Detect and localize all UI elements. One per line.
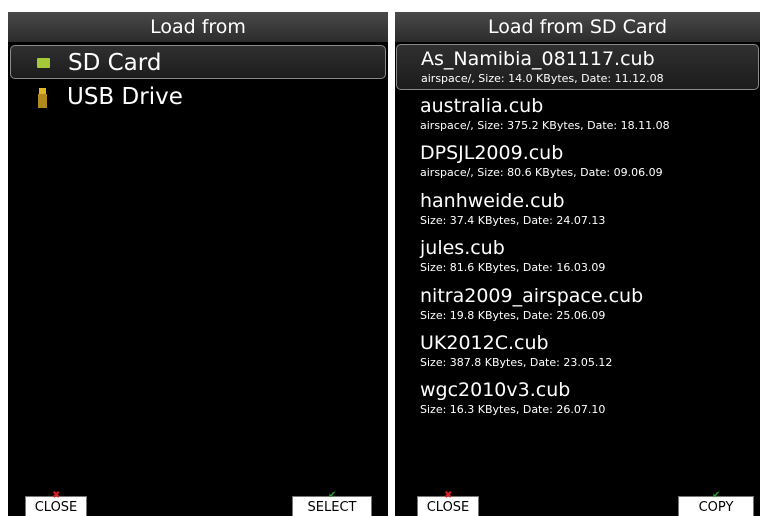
check-icon: ✔ [328, 490, 337, 501]
file-name: As_Namibia_081117.cub [421, 48, 655, 70]
file-name: jules.cub [420, 237, 505, 259]
load-from-sd-card-panel: Load from SD Card As_Namibia_081117.cub … [395, 12, 760, 516]
device-item-usb-drive[interactable]: USB Drive [10, 80, 386, 114]
close-icon: ✖ [52, 490, 61, 501]
load-from-panel: Load from SD Card USB Drive ✖ CLOSE ✔ SE… [8, 12, 388, 516]
file-list-item[interactable]: wgc2010v3.cub Size: 16.3 KBytes, Date: 2… [396, 376, 759, 422]
file-list-item[interactable]: jules.cub Size: 81.6 KBytes, Date: 16.03… [396, 234, 759, 280]
close-button-label: CLOSE [426, 500, 470, 515]
file-details: Size: 16.3 KBytes, Date: 26.07.10 [420, 403, 606, 416]
file-details: Size: 37.4 KBytes, Date: 24.07.13 [420, 214, 606, 227]
file-name: DPSJL2009.cub [420, 142, 564, 164]
file-list-item[interactable]: hanhweide.cub Size: 37.4 KBytes, Date: 2… [396, 187, 759, 233]
file-list-item[interactable]: DPSJL2009.cub airspace/, Size: 80.6 KByt… [396, 139, 759, 185]
close-button-label: CLOSE [34, 500, 78, 515]
select-button-label: SELECT [307, 500, 357, 515]
file-list-item[interactable]: As_Namibia_081117.cub airspace/, Size: 1… [396, 44, 759, 90]
close-button[interactable]: ✖ CLOSE [417, 491, 479, 516]
file-list-item[interactable]: UK2012C.cub Size: 387.8 KBytes, Date: 23… [396, 329, 759, 375]
copy-button-label: COPY [698, 500, 734, 515]
file-details: airspace/, Size: 80.6 KBytes, Date: 09.0… [420, 166, 663, 179]
file-details: Size: 81.6 KBytes, Date: 16.03.09 [420, 261, 606, 274]
usb-drive-icon [38, 88, 47, 108]
file-name: australia.cub [420, 95, 544, 117]
file-name: UK2012C.cub [420, 332, 549, 354]
file-name: hanhweide.cub [420, 190, 565, 212]
panel-title: Load from [8, 12, 388, 42]
select-button[interactable]: ✔ SELECT [292, 491, 372, 516]
file-name: nitra2009_airspace.cub [420, 285, 644, 307]
device-label: USB Drive [67, 84, 183, 110]
close-button[interactable]: ✖ CLOSE [25, 491, 87, 516]
panel-title: Load from SD Card [395, 12, 760, 42]
file-name: wgc2010v3.cub [420, 379, 571, 401]
file-details: Size: 387.8 KBytes, Date: 23.05.12 [420, 356, 613, 369]
file-details: airspace/, Size: 14.0 KBytes, Date: 11.1… [421, 72, 664, 85]
file-details: airspace/, Size: 375.2 KBytes, Date: 18.… [420, 119, 670, 132]
check-icon: ✔ [712, 490, 721, 501]
sd-card-icon [37, 58, 50, 68]
copy-button[interactable]: ✔ COPY [678, 491, 754, 516]
file-details: Size: 19.8 KBytes, Date: 25.06.09 [420, 309, 606, 322]
close-icon: ✖ [444, 490, 453, 501]
file-list-item[interactable]: australia.cub airspace/, Size: 375.2 KBy… [396, 92, 759, 138]
device-item-sd-card[interactable]: SD Card [10, 45, 386, 79]
device-label: SD Card [68, 50, 162, 76]
file-list-item[interactable]: nitra2009_airspace.cub Size: 19.8 KBytes… [396, 282, 759, 328]
